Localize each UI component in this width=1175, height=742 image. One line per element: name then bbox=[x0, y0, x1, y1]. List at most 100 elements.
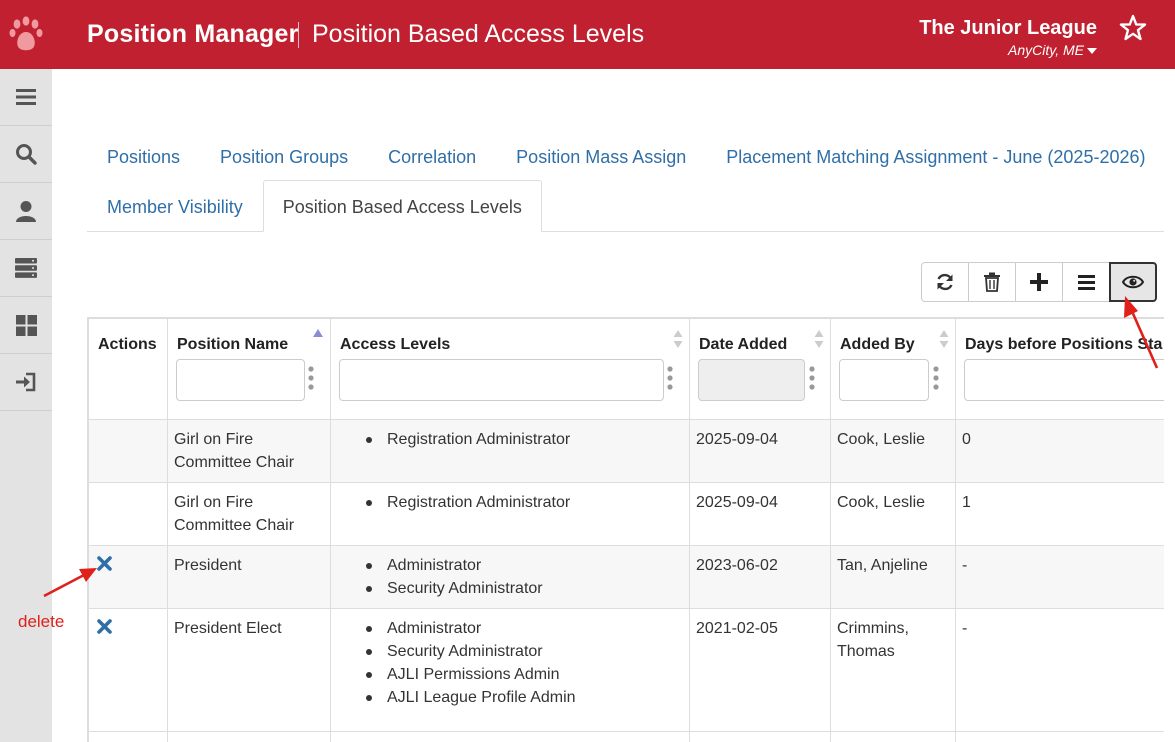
grid-icon bbox=[15, 314, 37, 336]
column-position-name[interactable]: Position Name bbox=[167, 318, 331, 420]
sort-icon[interactable] bbox=[814, 329, 824, 349]
delete-row-icon[interactable] bbox=[97, 556, 112, 571]
user-icon bbox=[16, 201, 36, 222]
org-switcher[interactable]: AnyCity, ME bbox=[1008, 42, 1097, 58]
add-button[interactable] bbox=[1015, 262, 1063, 302]
date-added-filter bbox=[698, 359, 805, 401]
added-by-filter[interactable] bbox=[839, 359, 929, 401]
page-title: Position Based Access Levels bbox=[312, 20, 645, 48]
access-level-item: Administrator bbox=[337, 554, 683, 577]
kebab-icon[interactable] bbox=[809, 365, 815, 391]
sidebar-item-dashboard[interactable] bbox=[0, 297, 52, 354]
view-toggle-button[interactable] bbox=[1109, 262, 1157, 302]
position-name-cell: President bbox=[167, 545, 331, 609]
menu-icon bbox=[16, 89, 36, 105]
eye-icon bbox=[1122, 275, 1144, 289]
list-icon bbox=[1077, 274, 1095, 290]
position-name-filter[interactable] bbox=[176, 359, 305, 401]
added-by-cell: Tan, Anjeline bbox=[830, 545, 956, 609]
days-before-filter[interactable] bbox=[964, 359, 1164, 401]
added-by-cell: Cook, Leslie bbox=[830, 482, 956, 546]
kebab-icon[interactable] bbox=[667, 365, 673, 391]
table-row[interactable]: President Administrator Security Adminis… bbox=[88, 545, 1164, 609]
sidebar-item-search[interactable] bbox=[0, 126, 52, 183]
column-header-label: Date Added bbox=[699, 336, 788, 353]
app-header: Position Manager Position Based Access L… bbox=[0, 0, 1175, 69]
table-row[interactable]: Girl on Fire Committee Chair Registratio… bbox=[88, 482, 1164, 546]
trash-icon bbox=[984, 272, 1000, 292]
tab-placement-matching[interactable]: Placement Matching Assignment - June (20… bbox=[706, 140, 1165, 176]
tab-positions[interactable]: Positions bbox=[87, 140, 200, 176]
column-header-label: Added By bbox=[840, 336, 915, 353]
actions-cell bbox=[88, 545, 168, 609]
org-city: AnyCity, ME bbox=[1008, 42, 1084, 58]
access-level-item: AJLI Permissions Admin bbox=[337, 663, 683, 686]
table-row[interactable]: Girl on Fire Committee Chair Registratio… bbox=[88, 419, 1164, 483]
table-row[interactable]: President Elect Administrator Security A… bbox=[88, 608, 1164, 732]
position-name-cell: President Elect bbox=[167, 608, 331, 732]
tab-position-based-access-levels[interactable]: Position Based Access Levels bbox=[262, 180, 542, 232]
tab-member-visibility[interactable]: Member Visibility bbox=[87, 180, 263, 231]
access-levels-cell: Registration Administrator bbox=[330, 482, 690, 546]
date-added-cell: 2023-06-02 bbox=[689, 545, 831, 609]
caret-down-icon bbox=[1087, 48, 1097, 55]
star-icon[interactable] bbox=[1119, 14, 1147, 42]
header-divider bbox=[298, 22, 299, 48]
days-before-cell: 0 bbox=[955, 419, 1164, 483]
days-before-cell bbox=[955, 731, 1164, 742]
column-date-added[interactable]: Date Added bbox=[689, 318, 831, 420]
table-toolbar bbox=[921, 262, 1157, 302]
tab-position-groups[interactable]: Position Groups bbox=[200, 140, 368, 176]
tab-bar-row-1: Positions Position Groups Correlation Po… bbox=[87, 140, 1165, 176]
sidebar-item-sign-in[interactable] bbox=[0, 354, 52, 411]
actions-cell bbox=[88, 482, 168, 546]
column-days-before-start[interactable]: Days before Positions Sta bbox=[955, 318, 1164, 420]
position-name-cell bbox=[167, 731, 331, 742]
delete-row-icon[interactable] bbox=[97, 619, 112, 634]
column-header-label: Position Name bbox=[177, 336, 289, 353]
tab-position-mass-assign[interactable]: Position Mass Assign bbox=[496, 140, 706, 176]
column-added-by[interactable]: Added By bbox=[830, 318, 956, 420]
position-name-cell: Girl on Fire Committee Chair bbox=[167, 419, 331, 483]
column-access-levels[interactable]: Access Levels bbox=[330, 318, 690, 420]
tab-correlation[interactable]: Correlation bbox=[368, 140, 496, 176]
app-title[interactable]: Position Manager bbox=[87, 20, 299, 49]
kebab-icon[interactable] bbox=[933, 365, 939, 391]
sidebar-item-server[interactable] bbox=[0, 240, 52, 297]
access-level-item: Administrator bbox=[337, 617, 683, 640]
search-icon bbox=[16, 144, 37, 165]
actions-cell bbox=[88, 731, 168, 742]
date-added-cell: 2025-09-04 bbox=[689, 482, 831, 546]
kebab-icon[interactable] bbox=[308, 365, 314, 391]
actions-cell bbox=[88, 608, 168, 732]
sidebar-item-menu[interactable] bbox=[0, 69, 52, 126]
paw-icon[interactable] bbox=[8, 14, 44, 54]
access-levels-cell: Administrator Security Administrator bbox=[330, 545, 690, 609]
column-actions: Actions bbox=[88, 318, 168, 420]
server-icon bbox=[15, 258, 37, 278]
date-added-cell: 2025-09-04 bbox=[689, 419, 831, 483]
days-before-cell: 1 bbox=[955, 482, 1164, 546]
days-before-cell: - bbox=[955, 608, 1164, 732]
access-levels-cell: Administrator Security Administrator AJL… bbox=[330, 608, 690, 732]
added-by-cell: Cook, Leslie bbox=[830, 419, 956, 483]
org-name[interactable]: The Junior League bbox=[919, 17, 1097, 40]
columns-button[interactable] bbox=[1062, 262, 1110, 302]
table-row[interactable] bbox=[88, 731, 1164, 742]
position-name-cell: Girl on Fire Committee Chair bbox=[167, 482, 331, 546]
access-levels-filter[interactable] bbox=[339, 359, 664, 401]
access-level-item: Registration Administrator bbox=[337, 428, 683, 451]
plus-icon bbox=[1030, 273, 1048, 291]
table-body: Girl on Fire Committee Chair Registratio… bbox=[88, 419, 1164, 742]
sidebar bbox=[0, 69, 52, 742]
refresh-button[interactable] bbox=[921, 262, 969, 302]
sort-icon[interactable] bbox=[939, 329, 949, 349]
days-before-cell: - bbox=[955, 545, 1164, 609]
sort-icon[interactable] bbox=[673, 329, 683, 349]
sort-ascending-icon[interactable] bbox=[313, 329, 323, 337]
access-level-item: AJLI League Profile Admin bbox=[337, 686, 683, 709]
access-levels-cell: Registration Administrator bbox=[330, 419, 690, 483]
refresh-icon bbox=[937, 273, 953, 291]
delete-button[interactable] bbox=[968, 262, 1016, 302]
sidebar-item-profile[interactable] bbox=[0, 183, 52, 240]
